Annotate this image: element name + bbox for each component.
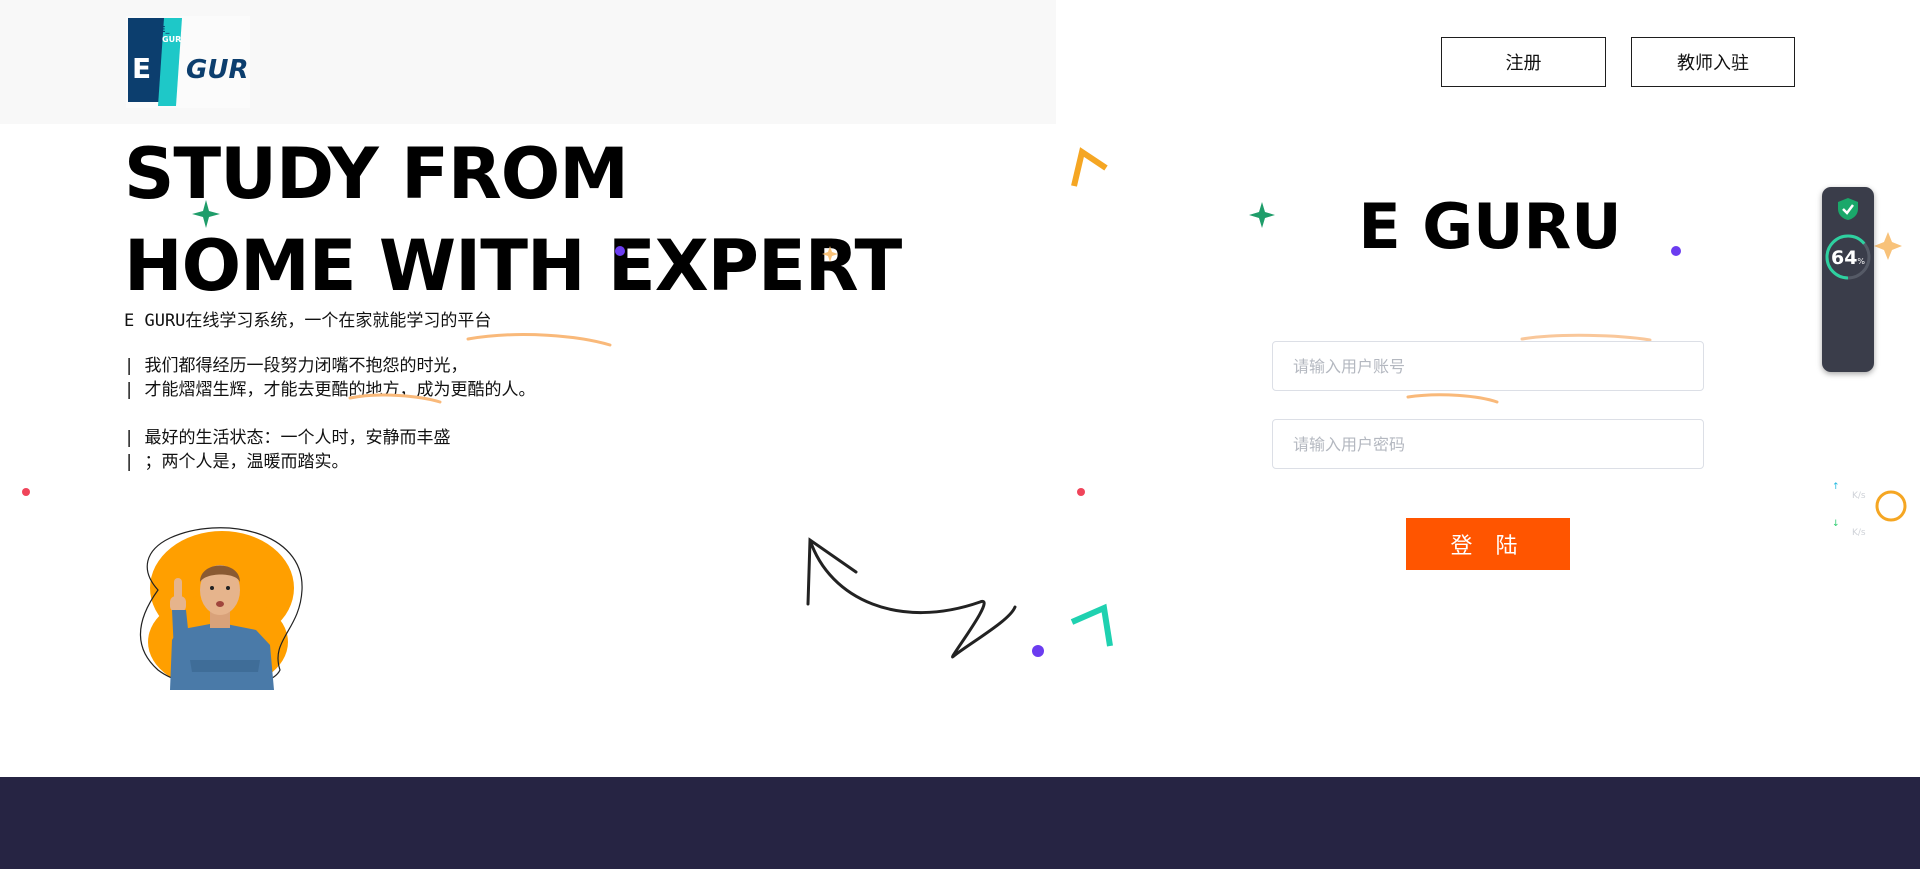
shield-icon [1838, 198, 1858, 220]
curved-arrow [806, 537, 1017, 659]
teal-caret [1070, 603, 1113, 647]
footer-band [0, 777, 1920, 869]
memory-usage-value: 64% [1830, 247, 1866, 269]
orange-ring [1875, 490, 1907, 522]
red-dot [22, 488, 30, 496]
red-dot [1077, 488, 1085, 496]
password-input[interactable] [1272, 419, 1704, 469]
orange-sparkle [1874, 232, 1902, 260]
sparkle-icon [192, 200, 1275, 228]
upload-arrow-icon: ↑ [1832, 482, 1840, 492]
login-button[interactable]: 登 陆 [1406, 518, 1570, 570]
orange-caret [1071, 147, 1108, 187]
purple-dot [1032, 645, 1044, 657]
username-input[interactable] [1272, 341, 1704, 391]
brand-title: E GURU [1358, 190, 1622, 263]
network-speed-widget[interactable]: 64% ↑ 2.9 K/s ↓ 4.7 K/s [1822, 187, 1874, 538]
purple-dot [615, 246, 625, 256]
download-arrow-icon: ↓ [1832, 519, 1840, 529]
